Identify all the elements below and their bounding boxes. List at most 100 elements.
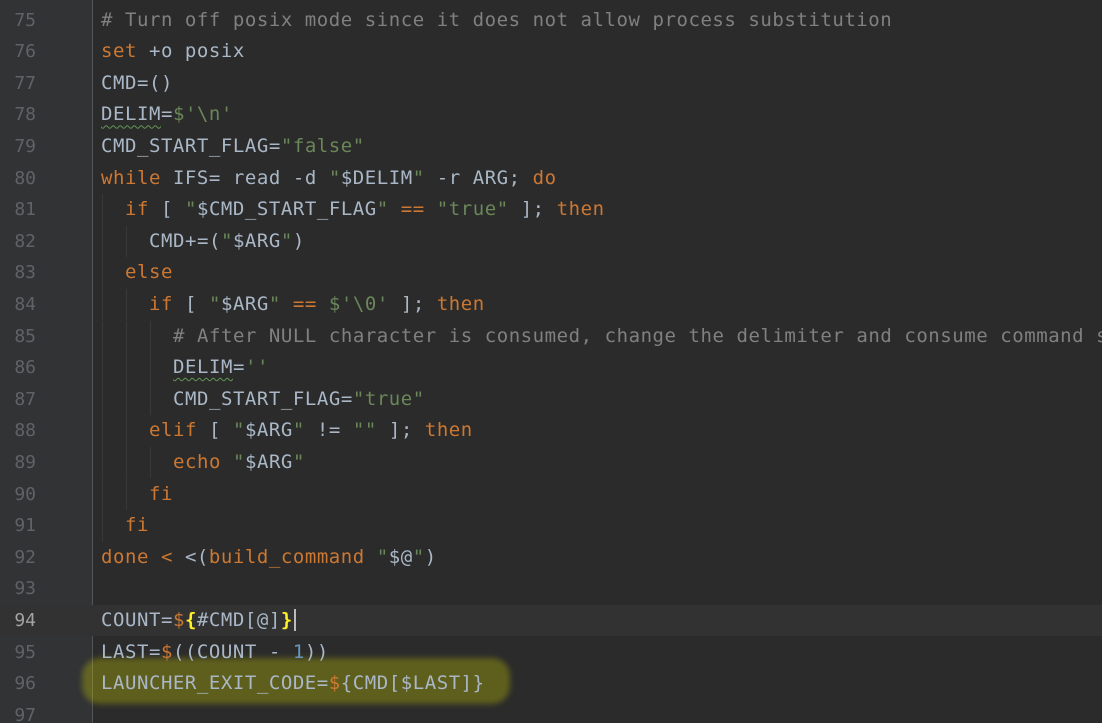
line-number: 93: [14, 578, 36, 600]
code-token: echo: [173, 450, 221, 473]
indent-guide: [150, 383, 151, 416]
code-line[interactable]: 79 CMD_START_FLAG="false": [0, 131, 1102, 163]
code-token: else: [125, 261, 173, 284]
indent-guide: [102, 478, 103, 511]
code-text: DELIM=$'\n': [101, 99, 233, 131]
line-number: 79: [14, 135, 36, 157]
line-number: 96: [14, 673, 36, 695]
indent-guide: [150, 320, 151, 353]
code-token: ": [232, 450, 245, 473]
code-token: DELIM: [101, 103, 161, 126]
code-token: ": [412, 545, 425, 568]
code-token: CMD+=(: [149, 229, 221, 252]
code-token: fi: [149, 482, 173, 505]
code-token: LAUNCHER_EXIT_CODE=: [101, 672, 329, 695]
line-number: 87: [14, 388, 36, 410]
code-token: {CMD[$LAST]}: [340, 672, 485, 695]
code-line[interactable]: 84 if [ "$ARG" == $'\0' ]; then: [0, 288, 1102, 321]
code-text: # After NULL character is consumed, chan…: [173, 321, 1102, 353]
code-line[interactable]: 92 done < <(build_command "$@"): [0, 542, 1102, 574]
code-line[interactable]: 86 DELIM='': [0, 352, 1102, 384]
line-number: 75: [14, 9, 36, 31]
indent-guide: [102, 257, 103, 289]
indent-guide: [126, 320, 127, 353]
code-line[interactable]: 95 LAST=$((COUNT - 1)): [0, 637, 1102, 669]
line-number: 91: [14, 515, 36, 537]
code-token: [: [172, 292, 209, 315]
code-token: {: [184, 608, 197, 631]
line-number: 85: [14, 325, 36, 347]
code-token: ": [280, 229, 293, 252]
code-token: elif: [149, 419, 197, 442]
code-line[interactable]: 81 if [ "$CMD_START_FLAG" == "true" ]; th…: [0, 194, 1102, 226]
code-line[interactable]: 96 LAUNCHER_EXIT_CODE=${CMD[$LAST]}: [0, 668, 1102, 700]
code-token: $: [160, 640, 173, 663]
code-line[interactable]: 82 CMD+=("$ARG"): [0, 225, 1102, 258]
indent-guide: [126, 288, 127, 321]
code-token: =: [232, 356, 245, 379]
code-token: [: [196, 419, 233, 442]
code-token: <: [148, 545, 185, 568]
code-token: "true": [352, 387, 425, 410]
line-number: 88: [14, 420, 36, 442]
code-token: $ARG: [232, 229, 281, 252]
code-line[interactable]: 88 elif [ "$ARG" != "" ]; then: [0, 415, 1102, 447]
code-token: }: [280, 608, 293, 631]
code-token: fi: [125, 514, 149, 537]
code-text: if [ "$ARG" == $'\0' ]; then: [149, 289, 485, 321]
code-line[interactable]: 97: [0, 700, 1102, 723]
code-token: $DELIM: [340, 166, 413, 189]
code-token: done: [101, 545, 149, 568]
code-token: $: [328, 672, 341, 695]
code-token: $CMD_START_FLAG: [196, 198, 377, 221]
indent-guide: [126, 415, 127, 447]
code-line[interactable]: 91 fi: [0, 510, 1102, 542]
code-token: 1: [292, 640, 305, 663]
code-token: $ARG: [244, 450, 293, 473]
code-line[interactable]: 85 # After NULL character is consumed, ch…: [0, 320, 1102, 353]
code-text: fi: [125, 510, 149, 542]
code-token: [: [148, 198, 185, 221]
code-line[interactable]: 80 while IFS= read -d "$DELIM" -r ARG; do: [0, 163, 1102, 195]
code-token: +o posix: [136, 40, 245, 63]
code-text: else: [125, 257, 173, 289]
line-number: 83: [14, 262, 36, 284]
code-token: '': [244, 356, 269, 379]
code-line[interactable]: 75 # Turn off posix mode since it does no…: [0, 5, 1102, 37]
code-text: if [ "$CMD_START_FLAG" == "true" ]; then: [125, 194, 605, 226]
code-token: "true": [436, 198, 509, 221]
code-token: "false": [280, 134, 365, 157]
code-line[interactable]: 90 fi: [0, 478, 1102, 511]
indent-guide: [102, 225, 103, 258]
code-token: IFS= read -d: [160, 166, 329, 189]
code-line[interactable]: 89 echo "$ARG": [0, 446, 1102, 479]
code-line[interactable]: 76 set +o posix: [0, 36, 1102, 68]
code-token: ": [376, 545, 389, 568]
code-token: ": [208, 292, 221, 315]
code-token: $ARG: [244, 419, 293, 442]
code-token: $@: [388, 545, 413, 568]
code-line[interactable]: 78 DELIM=$'\n': [0, 99, 1102, 131]
code-line[interactable]: 87 CMD_START_FLAG="true": [0, 383, 1102, 416]
code-token: CMD=(): [101, 71, 173, 94]
code-line[interactable]: 77 CMD=(): [0, 68, 1102, 100]
code-text: fi: [149, 479, 173, 511]
indent-guide: [126, 478, 127, 511]
code-line[interactable]: 94 COUNT=${#CMD[@]}: [0, 604, 1102, 637]
code-text: CMD_START_FLAG="false": [101, 131, 365, 163]
code-token: do: [532, 166, 557, 189]
code-text: # Turn off posix mode since it does not …: [101, 5, 892, 37]
code-text: DELIM='': [173, 352, 269, 384]
code-text: echo "$ARG": [173, 447, 305, 479]
code-editor[interactable]: 75 # Turn off posix mode since it does no…: [0, 0, 1102, 723]
code-token: COUNT=: [101, 608, 173, 631]
code-token: set: [101, 40, 137, 63]
code-token: ): [424, 545, 437, 568]
code-line[interactable]: 83 else: [0, 257, 1102, 289]
code-token: #CMD[@]: [196, 608, 281, 631]
code-token: ==: [280, 292, 329, 315]
code-line[interactable]: 93: [0, 573, 1102, 605]
line-number: 81: [14, 199, 36, 221]
code-token: while: [101, 166, 161, 189]
